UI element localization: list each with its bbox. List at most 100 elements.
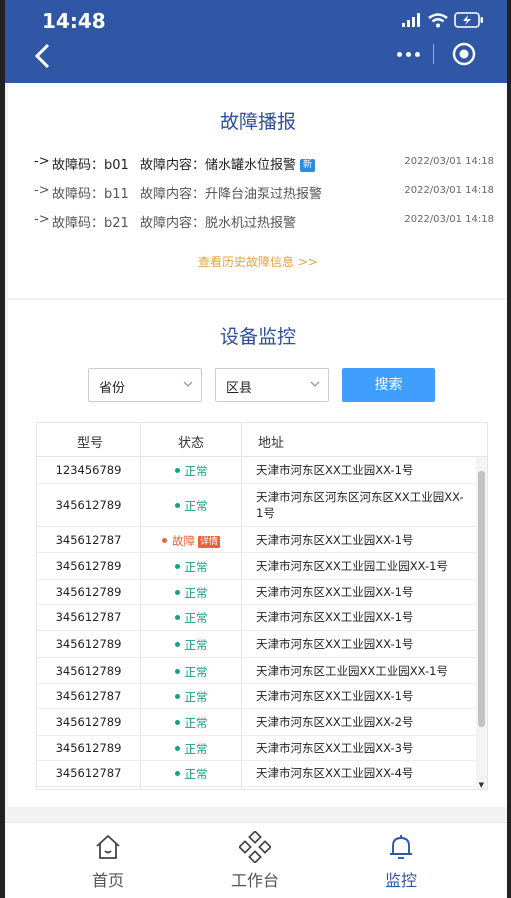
status-icons <box>402 11 484 29</box>
status-dot <box>174 720 180 725</box>
row-address: 天津市河东区XX工业园XX-1号 <box>256 463 414 477</box>
table-row[interactable]: 345612789 正常 天津市河东区XX工业园XX-1号 <box>37 580 477 605</box>
back-arrow-icon[interactable] <box>31 43 55 69</box>
row-address: 天津市河东区XX工业园工业园XX-1号 <box>256 559 448 573</box>
fault-arrow: -> <box>34 183 50 198</box>
province-select-value: 省份 <box>99 381 126 396</box>
row-model: 345612789 <box>55 741 122 755</box>
status-dot <box>174 642 180 647</box>
row-status: 故障 详情 <box>141 533 241 549</box>
table-header: 型号 状态 地址 <box>37 423 487 457</box>
history-faults-link[interactable]: 查看历史故障信息 >> <box>8 253 507 270</box>
table-row[interactable]: 345612787 正常 天津市河东区XX工业园XX-1号 <box>37 605 477 631</box>
table-row[interactable]: 345612789 正常 天津市河东区XX工业园XX-2号 <box>37 709 477 736</box>
phone-frame: 14:48 故障播报 -> 故障码：b01 故障内容：储水罐水位报警 新 202… <box>5 0 507 898</box>
status-dot <box>174 503 180 508</box>
row-status: 正常 <box>141 741 241 757</box>
row-address: 天津市河东区XX工业园XX-1号 <box>256 689 414 703</box>
table-row[interactable]: 123456789 正常 天津市河东区XX工业园XX-1号 <box>37 457 477 484</box>
fault-code: 故障码：b11 <box>52 187 129 202</box>
tab-home[interactable]: 首页 <box>58 823 158 898</box>
row-model: 345612789 <box>55 664 122 678</box>
workbench-icon <box>239 831 271 863</box>
device-monitor-card: 设备监控 省份 区县 搜索 型号 状态 地址 123456789 正常 天津市河… <box>8 300 507 807</box>
fault-arrow: -> <box>34 154 50 169</box>
status-dot <box>174 468 180 473</box>
fault-content: 故障内容：储水罐水位报警新 <box>140 154 316 173</box>
more-options-icon[interactable] <box>383 51 433 57</box>
table-row[interactable]: 345612789 正常 天津市河东区XX工业园工业园XX-1号 <box>37 553 477 580</box>
header-address: 地址 <box>258 436 285 451</box>
monitor-section-title: 设备监控 <box>219 326 296 348</box>
fault-time: 2022/03/01 14:18 <box>404 214 494 225</box>
row-address: 天津市河东区河东区河东区XX工业园XX-1号 <box>256 490 464 520</box>
row-model: 345612787 <box>55 533 122 547</box>
table-row[interactable]: 345612789 正常 天津市河东区工业园XX工业园XX-1号 <box>37 658 477 684</box>
status-dot <box>174 669 180 674</box>
detail-badge[interactable]: 详情 <box>197 536 220 548</box>
battery-icon <box>454 12 483 28</box>
tab-monitor[interactable]: 监控 <box>351 823 451 898</box>
fault-code: 故障码：b01 <box>52 158 129 173</box>
scrollbar-thumb[interactable] <box>478 471 485 727</box>
status-dot <box>174 694 180 699</box>
fault-arrow: -> <box>34 212 50 227</box>
row-model: 345612787 <box>55 689 122 703</box>
tab-monitor-label: 监控 <box>384 871 417 890</box>
row-model: 345612789 <box>55 498 122 512</box>
row-status: 正常 <box>141 664 241 680</box>
status-dot <box>161 538 167 543</box>
search-button[interactable]: 搜索 <box>342 368 435 402</box>
row-address: 天津市河东区XX工业园XX-1号 <box>256 637 414 651</box>
row-address: 天津市河东区XX工业园XX-1号 <box>256 533 414 547</box>
row-model: 123456789 <box>55 463 122 477</box>
new-badge: 新 <box>300 159 316 172</box>
chevron-down-icon <box>183 381 193 387</box>
table-row[interactable]: 345612789 正常 天津市河东区河东区河东区XX工业园XX-1号 <box>37 484 477 527</box>
row-model: 345612789 <box>55 585 122 599</box>
status-time: 14:48 <box>42 9 106 33</box>
table-row[interactable]: 345612787 正常 天津市河东区XX工业园XX-1号 <box>37 684 477 709</box>
close-mini-program-icon[interactable] <box>434 42 493 66</box>
fault-content: 故障内容：升降台油泵过热报警 <box>140 187 323 202</box>
scroll-down-icon[interactable]: ▼ <box>479 781 484 789</box>
row-status: 正常 <box>141 610 241 626</box>
fault-item[interactable]: -> 故障码：b21 故障内容：脱水机过热报警 2022/03/01 14:18 <box>34 212 494 232</box>
row-address: 天津市河东区XX工业园XX-1号 <box>256 610 414 624</box>
province-select[interactable]: 省份 <box>88 368 202 402</box>
table-row[interactable]: 345612789 正常 天津市河东区XX工业园XX-1号 <box>37 631 477 658</box>
status-dot <box>174 590 180 595</box>
bottom-tab-bar: 首页 工作台 监控 <box>5 822 507 898</box>
tab-home-label: 首页 <box>91 871 124 890</box>
tab-workbench[interactable]: 工作台 <box>205 823 305 898</box>
row-status: 正常 <box>141 463 241 479</box>
table-row[interactable]: 345612787 故障 详情 天津市河东区XX工业园XX-1号 <box>37 527 477 553</box>
fault-broadcast-card: 故障播报 -> 故障码：b01 故障内容：储水罐水位报警新 2022/03/01… <box>8 83 507 298</box>
chevron-down-icon <box>310 381 320 387</box>
wifi-icon <box>428 12 448 27</box>
row-address: 天津市河东区XX工业园XX-1号 <box>256 585 414 599</box>
bell-icon <box>390 835 412 859</box>
fault-time: 2022/03/01 14:18 <box>404 185 494 196</box>
district-select-value: 区县 <box>226 381 253 396</box>
row-address: 天津市河东区XX工业园XX-4号 <box>256 766 414 780</box>
district-select[interactable]: 区县 <box>215 368 329 402</box>
table-row[interactable]: 345612789 正常 天津市河东区XX工业园XX-3号 <box>37 736 477 761</box>
header-model: 型号 <box>77 436 104 451</box>
tab-workbench-label: 工作台 <box>230 871 279 890</box>
table-row[interactable]: 345612787 正常 天津市河东区XX工业园XX-4号 <box>37 761 477 787</box>
row-status: 正常 <box>141 766 241 782</box>
row-status: 正常 <box>141 689 241 705</box>
row-address: 天津市河东区XX工业园XX-3号 <box>256 741 414 755</box>
row-model: 345612789 <box>55 637 122 651</box>
fault-item[interactable]: -> 故障码：b01 故障内容：储水罐水位报警新 2022/03/01 14:1… <box>34 154 494 174</box>
row-status: 正常 <box>141 559 241 575</box>
row-model: 345612789 <box>55 559 122 573</box>
row-model: 345612789 <box>55 715 122 729</box>
row-model: 345612787 <box>55 766 122 780</box>
fault-code: 故障码：b21 <box>52 216 129 231</box>
status-dot <box>174 564 180 569</box>
fault-item[interactable]: -> 故障码：b11 故障内容：升降台油泵过热报警 2022/03/01 14:… <box>34 183 494 203</box>
device-table: 型号 状态 地址 123456789 正常 天津市河东区XX工业园XX-1号 3… <box>36 422 488 790</box>
fault-time: 2022/03/01 14:18 <box>404 156 494 167</box>
